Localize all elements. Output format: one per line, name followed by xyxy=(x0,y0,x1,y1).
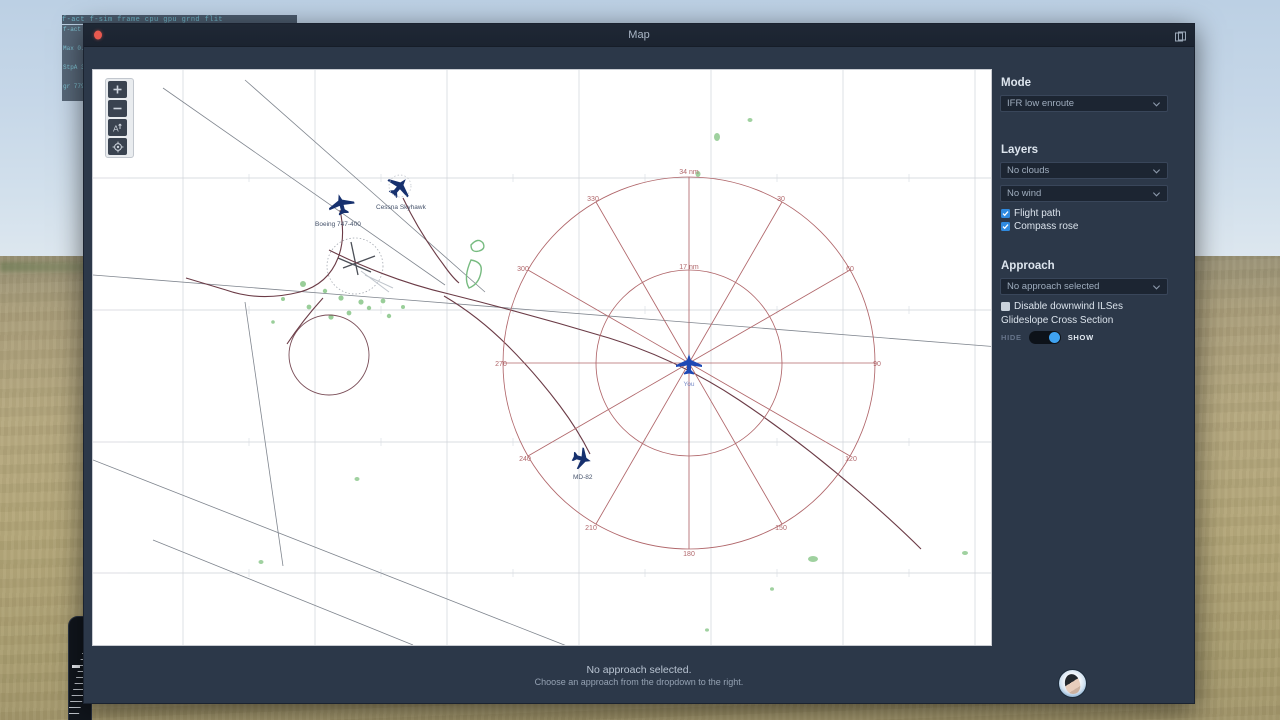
minus-icon xyxy=(113,107,122,110)
svg-text:330: 330 xyxy=(587,196,599,203)
avatar-figure xyxy=(1063,672,1082,696)
svg-text:A: A xyxy=(113,123,119,133)
compass-rose-label: Compass rose xyxy=(1014,221,1079,232)
mode-select[interactable]: IFR low enroute xyxy=(1000,95,1168,112)
wind-layer-select[interactable]: No wind xyxy=(1000,185,1168,202)
svg-text:Cessna Skyhawk: Cessna Skyhawk xyxy=(376,204,427,211)
svg-text:300: 300 xyxy=(517,266,529,273)
chevron-down-icon xyxy=(1152,284,1161,290)
map-window: Map 34 nm 17 nm 30 60 90 120 150 180 210… xyxy=(83,23,1195,704)
layers-heading: Layers xyxy=(1001,144,1039,156)
approach-status-secondary: Choose an approach from the dropdown to … xyxy=(534,677,744,687)
mode-select-value: IFR low enroute xyxy=(1007,98,1075,109)
glideslope-show-label: SHOW xyxy=(1067,333,1094,342)
compass-rose-checkbox[interactable] xyxy=(1001,222,1010,231)
svg-text:240: 240 xyxy=(519,456,531,463)
svg-text:MD-82: MD-82 xyxy=(573,474,593,481)
disable-downwind-ilses-checkbox-row[interactable]: Disable downwind ILSes xyxy=(1001,301,1184,312)
chevron-down-icon xyxy=(1152,191,1161,197)
svg-text:17 nm: 17 nm xyxy=(679,264,699,271)
center-on-aircraft-button[interactable] xyxy=(108,138,127,155)
map-vector-layer: 34 nm 17 nm 30 60 90 120 150 180 210 240… xyxy=(93,70,991,645)
zoom-in-button[interactable] xyxy=(108,81,127,98)
chevron-down-icon xyxy=(1152,168,1161,174)
svg-text:270: 270 xyxy=(495,361,507,368)
svg-text:90: 90 xyxy=(873,361,881,368)
screen-root: f-act f-sim frame cpu gpu grnd flit f-ac… xyxy=(0,0,1280,720)
chevron-down-icon xyxy=(1152,101,1161,107)
svg-text:60: 60 xyxy=(846,266,854,273)
panel-spacer-1 xyxy=(1000,118,1184,144)
map-toolbar: A xyxy=(105,78,134,158)
glideslope-toggle-knob xyxy=(1048,332,1060,343)
check-icon xyxy=(1002,211,1009,217)
glideslope-toggle-row: HIDE SHOW xyxy=(1001,331,1184,344)
disable-downwind-ilses-checkbox[interactable] xyxy=(1001,302,1010,311)
svg-text:120: 120 xyxy=(845,456,857,463)
tape-bug xyxy=(72,665,80,668)
panel-spacer-2 xyxy=(1000,234,1184,260)
glideslope-toggle-switch[interactable] xyxy=(1028,331,1061,344)
window-titlebar: Map xyxy=(84,24,1194,47)
svg-text:150: 150 xyxy=(775,525,787,532)
disable-downwind-ilses-label: Disable downwind ILSes xyxy=(1014,301,1123,312)
flight-path-label: Flight path xyxy=(1014,208,1061,219)
map-canvas[interactable]: 34 nm 17 nm 30 60 90 120 150 180 210 240… xyxy=(92,69,992,646)
wind-layer-value: No wind xyxy=(1007,188,1042,199)
approach-select[interactable]: No approach selected xyxy=(1000,278,1168,295)
flight-path-checkbox[interactable] xyxy=(1001,209,1010,218)
window-title: Map xyxy=(628,29,650,41)
glideslope-hide-label: HIDE xyxy=(1001,333,1022,342)
svg-text:34 nm: 34 nm xyxy=(679,169,699,176)
popout-window-icon[interactable] xyxy=(1175,30,1186,42)
mode-heading: Mode xyxy=(1001,77,1032,89)
svg-text:210: 210 xyxy=(585,525,597,532)
flight-path-checkbox-row[interactable]: Flight path xyxy=(1001,208,1184,219)
glideslope-cross-section-label: Glideslope Cross Section xyxy=(1001,315,1114,326)
svg-text:30: 30 xyxy=(777,196,785,203)
window-body: 34 nm 17 nm 30 60 90 120 150 180 210 240… xyxy=(84,47,1194,648)
user-avatar[interactable] xyxy=(1058,669,1087,698)
zoom-out-button[interactable] xyxy=(108,100,127,117)
compass-rose-checkbox-row[interactable]: Compass rose xyxy=(1001,221,1184,232)
map-settings-panel: Mode IFR low enroute Layers No clouds No… xyxy=(992,47,1194,648)
plus-icon xyxy=(113,85,122,94)
close-dot-icon[interactable] xyxy=(94,30,102,40)
svg-text:180: 180 xyxy=(683,551,695,558)
crosshair-target-icon xyxy=(112,141,123,152)
north-up-icon: A xyxy=(113,123,122,133)
svg-text:Boeing 747-400: Boeing 747-400 xyxy=(315,221,361,228)
approach-status-primary: No approach selected. xyxy=(586,664,692,676)
clouds-layer-select[interactable]: No clouds xyxy=(1000,162,1168,179)
check-icon xyxy=(1002,224,1009,230)
approach-select-value: No approach selected xyxy=(1007,281,1100,292)
approach-heading: Approach xyxy=(1001,260,1055,272)
north-up-button[interactable]: A xyxy=(108,119,127,136)
approach-status-footer: No approach selected. Choose an approach… xyxy=(84,648,1194,703)
svg-text:You: You xyxy=(684,381,695,388)
clouds-layer-value: No clouds xyxy=(1007,165,1050,176)
